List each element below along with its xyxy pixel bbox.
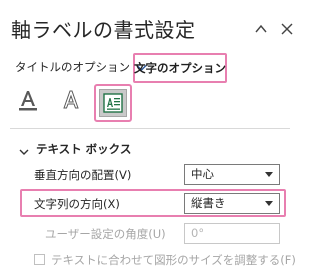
text-fill-outline-icon[interactable] [13, 85, 43, 115]
tab-text-options[interactable]: 文字のオプション [133, 53, 227, 83]
vertical-alignment-select[interactable]: 中心 [184, 164, 280, 185]
custom-angle-value: 0° [191, 226, 205, 240]
format-axis-label-pane: 軸ラベルの書式設定 タイトルのオプション 文字のオプション テキスト ボックス … [0, 0, 300, 271]
textbox-icon-tab[interactable] [94, 84, 132, 122]
close-icon[interactable] [280, 22, 294, 36]
chevron-down-icon[interactable] [18, 146, 30, 158]
divider [10, 128, 290, 129]
text-direction-value: 縦書き [191, 196, 226, 210]
text-direction-label: 文字列の方向(X) [34, 197, 120, 211]
tab-title-options-label: タイトルのオプション [15, 60, 130, 74]
dropdown-arrow-icon [265, 201, 273, 206]
pane-title: 軸ラベルの書式設定 [11, 18, 196, 42]
vertical-alignment-label: 垂直方向の配置(V) [34, 168, 132, 182]
autofit-checkbox-label: テキストに合わせて図形のサイズを調整する(F) [51, 253, 296, 267]
text-effects-icon[interactable] [56, 85, 86, 115]
vertical-alignment-value: 中心 [191, 167, 214, 181]
textbox-icon [99, 89, 127, 117]
custom-angle-input: 0° [184, 223, 280, 244]
autofit-checkbox[interactable] [34, 254, 45, 265]
chevron-up-icon[interactable] [254, 22, 268, 36]
tab-title-options[interactable]: タイトルのオプション [15, 60, 147, 74]
dropdown-arrow-icon [265, 172, 273, 177]
text-direction-select[interactable]: 縦書き [184, 193, 280, 214]
section-title-textbox[interactable]: テキスト ボックス [36, 141, 131, 157]
custom-angle-label: ユーザー設定の角度(U) [45, 227, 166, 241]
tab-text-options-label: 文字のオプション [134, 61, 226, 75]
